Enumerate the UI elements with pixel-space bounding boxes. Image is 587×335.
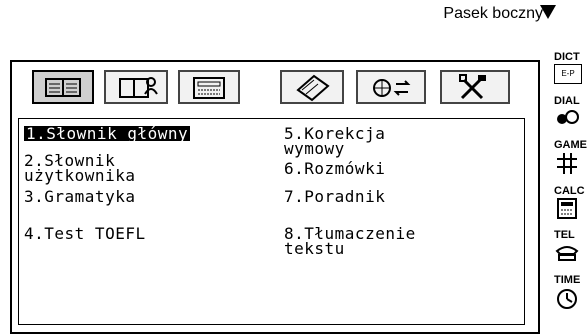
tab-translate[interactable] <box>356 70 426 104</box>
keyboard-icon <box>193 77 225 99</box>
sidebar-item-calc[interactable]: CALC <box>554 185 585 224</box>
tools-icon <box>459 74 486 100</box>
sidebar-item-label: TIME <box>554 274 581 286</box>
calculator-icon <box>557 198 577 219</box>
menu-item-6[interactable]: 6.Rozmówki <box>284 161 385 177</box>
telephone-icon <box>555 246 579 261</box>
sidebar-toggle-arrow-icon[interactable] <box>540 5 556 19</box>
sidebar-item-label: CALC <box>554 185 585 197</box>
sidebar-item-tel[interactable]: TEL <box>554 230 582 268</box>
sidebar-item-time[interactable]: TIME <box>554 275 582 315</box>
menu-item-7[interactable]: 7.Poradnik <box>284 189 385 205</box>
clock-icon <box>557 289 577 309</box>
sidebar-item-label: GAME <box>554 139 587 151</box>
game-icon <box>557 153 577 174</box>
sidebar-item-dict[interactable]: DICT E-P <box>554 52 582 84</box>
menu-item-1[interactable]: 1.Słownik główny <box>24 126 191 142</box>
sidebar-item-label: TEL <box>554 229 575 241</box>
tab-notebook[interactable] <box>280 70 344 104</box>
menu-item-2[interactable]: 2.Słownik użytkownika <box>24 153 135 184</box>
globe-translate-icon <box>373 79 411 97</box>
user-book-icon <box>119 77 158 98</box>
menu-item-5[interactable]: 5.Korekcja wymowy <box>284 126 385 157</box>
dial-icon <box>557 110 579 124</box>
notebook-icon <box>296 74 330 102</box>
tab-keyboard[interactable] <box>178 70 240 104</box>
book-icon <box>45 78 81 97</box>
sidebar-toggle-label[interactable]: Pasek boczny <box>443 5 543 23</box>
sidebar-item-game[interactable]: GAME <box>554 139 587 180</box>
tab-user-dictionary[interactable] <box>104 70 168 104</box>
tab-tools[interactable] <box>440 70 510 104</box>
sidebar-item-label: DICT <box>554 51 580 63</box>
dictionary-icon: E-P <box>554 64 582 84</box>
sidebar-item-label: DIAL <box>554 95 580 107</box>
menu-item-4[interactable]: 4.Test TOEFL <box>24 226 146 242</box>
menu-list: 1.Słownik główny 2.Słownik użytkownika 3… <box>18 118 525 325</box>
tab-dictionary[interactable] <box>32 70 94 104</box>
sidebar-item-dial[interactable]: DIAL <box>554 96 582 132</box>
menu-item-3[interactable]: 3.Gramatyka <box>24 189 135 205</box>
menu-item-8[interactable]: 8.Tłumaczenie tekstu <box>284 226 416 257</box>
